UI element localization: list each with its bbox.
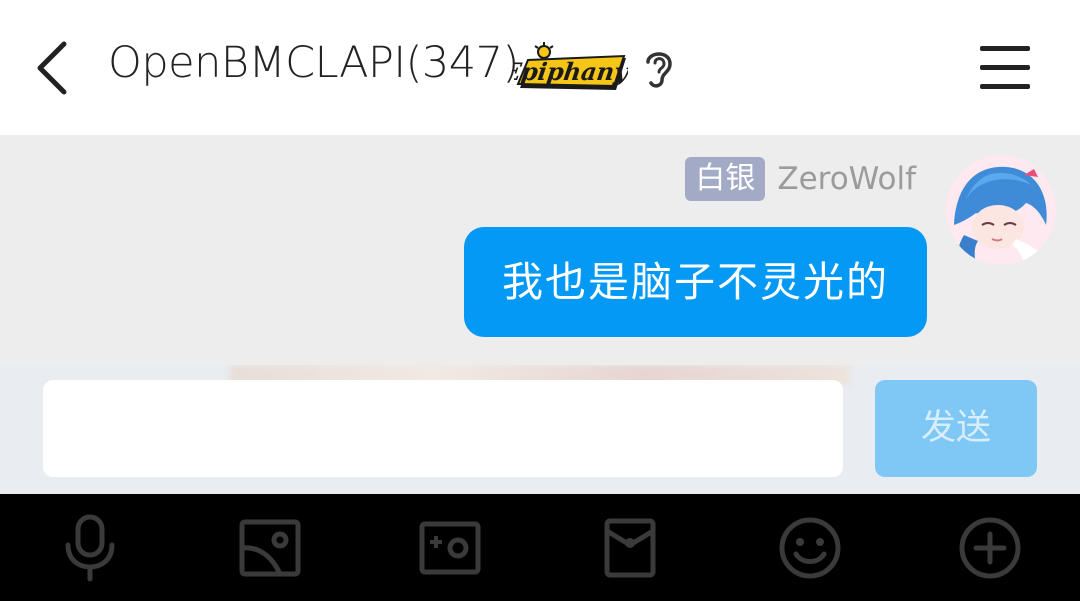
camera-icon (419, 521, 481, 575)
message-input[interactable] (43, 380, 843, 477)
voice-button[interactable] (50, 508, 130, 588)
bottom-toolbar (0, 494, 1080, 601)
microphone-icon (65, 514, 115, 582)
image-button[interactable] (230, 508, 310, 588)
camera-button[interactable] (410, 508, 490, 588)
chat-title: OpenBMCLAPI(347) (108, 38, 519, 88)
red-packet-button[interactable] (590, 508, 670, 588)
back-button[interactable] (28, 36, 78, 100)
chevron-left-icon (37, 41, 67, 95)
composer-bar: 发送 (0, 365, 1080, 494)
more-button[interactable] (950, 508, 1030, 588)
avatar[interactable] (946, 155, 1056, 265)
menu-icon (980, 46, 1030, 51)
sender-name[interactable]: ZeroWolf (777, 157, 916, 201)
red-packet-icon (604, 518, 656, 578)
chat-header: OpenBMCLAPI(347) Epiphany (0, 0, 1080, 135)
menu-button[interactable] (980, 46, 1030, 90)
send-button[interactable]: 发送 (875, 380, 1037, 477)
svg-text:Epiphany: Epiphany (514, 57, 628, 86)
ear-icon[interactable] (640, 46, 678, 90)
plus-icon (959, 517, 1021, 579)
message-area[interactable]: 白银 ZeroWolf 我也是脑子不灵光的 (0, 135, 1080, 365)
emoji-button[interactable] (770, 508, 850, 588)
message-bubble[interactable]: 我也是脑子不灵光的 (464, 227, 927, 337)
image-icon (239, 519, 301, 577)
rank-badge: 白银 (685, 157, 766, 201)
sender-row: 白银 ZeroWolf (685, 157, 916, 201)
emoji-icon (779, 517, 841, 579)
epiphany-logo: Epiphany (500, 40, 632, 96)
